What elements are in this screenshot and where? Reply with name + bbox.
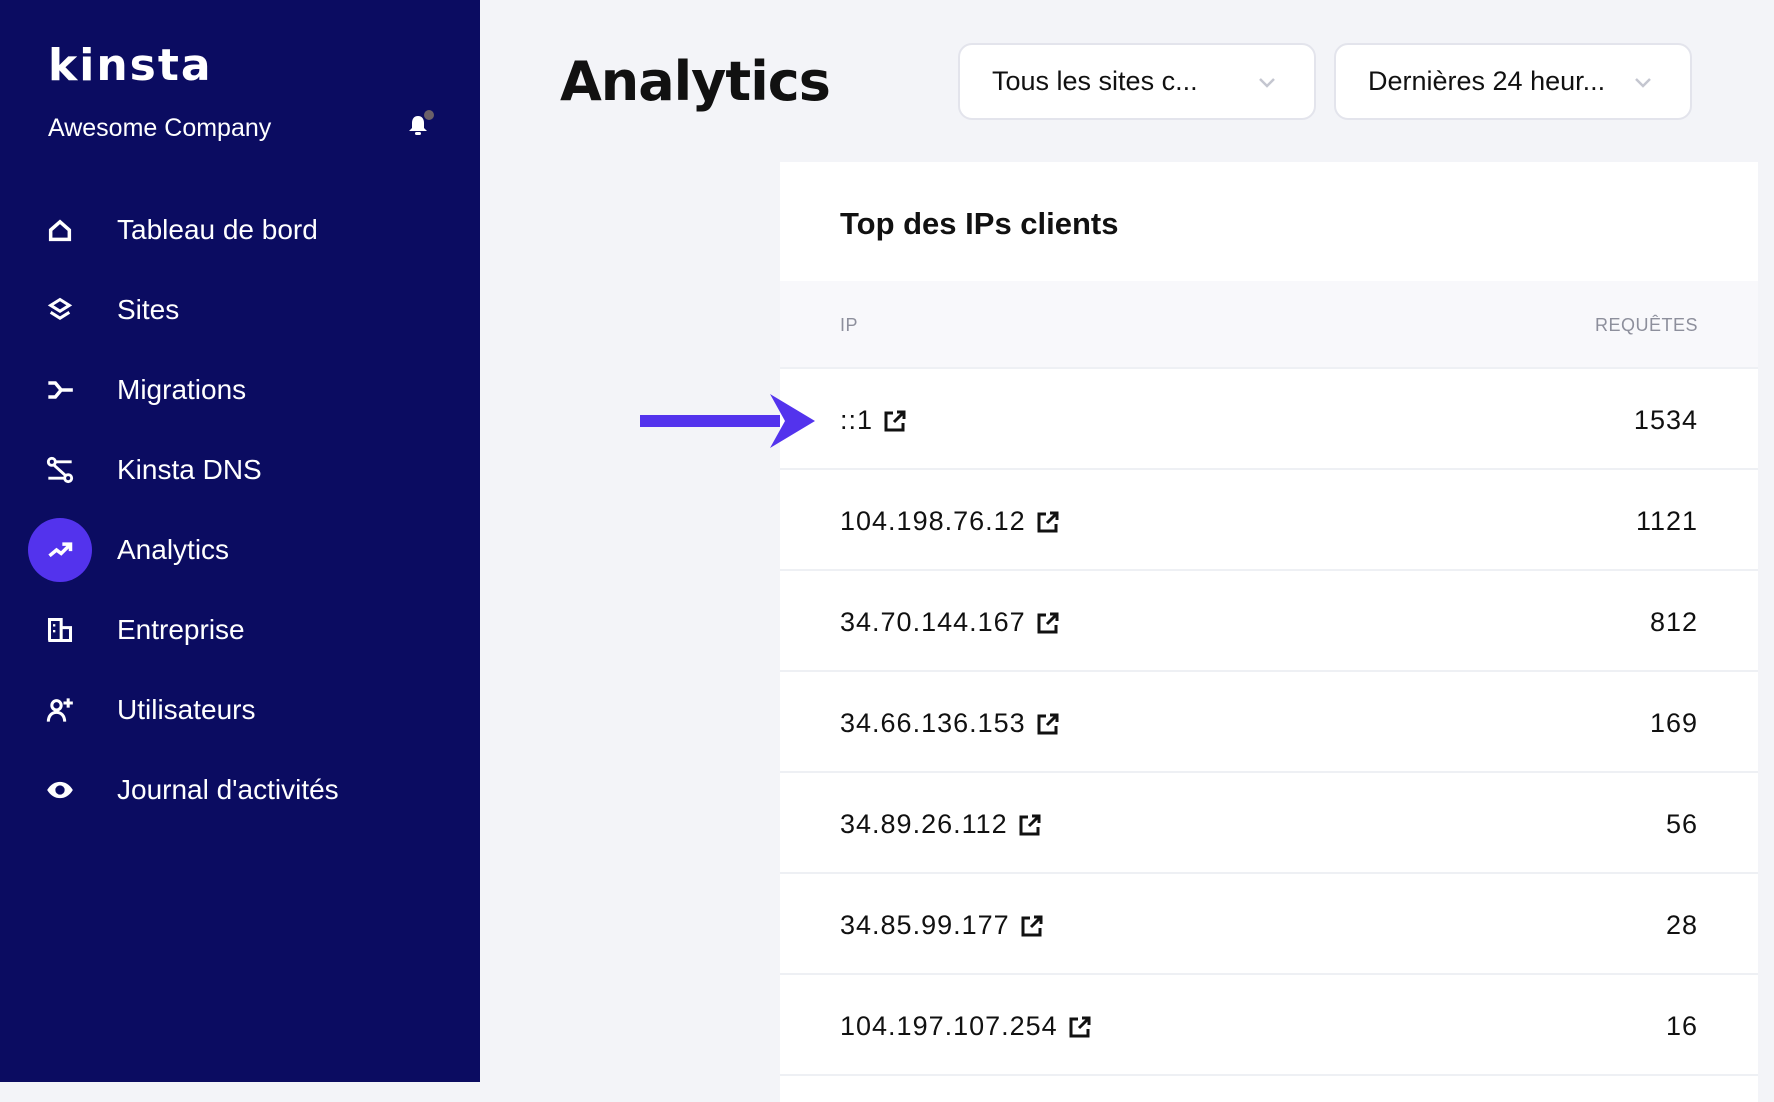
external-link-icon[interactable] [1036, 712, 1060, 736]
sidebar-item-sites[interactable]: Sites [0, 275, 480, 345]
home-icon [28, 198, 92, 262]
site-filter-value: Tous les sites c... [992, 66, 1198, 96]
ip-address: ::1 [840, 405, 874, 435]
request-count: 812 [1649, 607, 1698, 637]
external-link-icon[interactable] [883, 409, 907, 433]
sidebar-item-label: Tableau de bord [117, 214, 318, 245]
sidebar-item-analytics[interactable]: Analytics [0, 515, 480, 585]
ip-link[interactable]: 34.70.144.167 [840, 607, 1060, 638]
ip-link[interactable]: 104.198.76.12 [840, 506, 1060, 537]
column-header-requests: REQUÊTES [1594, 315, 1698, 335]
sidebar-item-migrations[interactable]: Migrations [0, 355, 480, 425]
time-filter-value: Dernières 24 heur... [1368, 66, 1606, 96]
request-count: 28 [1665, 910, 1698, 940]
layers-icon [28, 278, 92, 342]
eye-icon [28, 758, 92, 822]
ip-link[interactable]: 104.197.107.254 [840, 1011, 1092, 1042]
arrow-pointer-icon [640, 394, 815, 448]
sidebar-item-label: Journal d'activités [117, 774, 339, 805]
sidebar-item-utilisateurs[interactable]: Utilisateurs [0, 675, 480, 745]
user-add-icon [28, 678, 92, 742]
request-count: 56 [1665, 809, 1698, 839]
table-row: 34.70.144.167 812 [780, 571, 1758, 672]
sidebar-item-label: Sites [117, 294, 180, 325]
external-link-icon[interactable] [1020, 914, 1044, 938]
site-filter-dropdown[interactable]: Tous les sites c... [958, 43, 1316, 120]
table-row: 34.66.136.153 169 [780, 672, 1758, 773]
ip-link[interactable]: 34.66.136.153 [840, 708, 1060, 739]
ip-address: 34.89.26.112 [840, 809, 1008, 839]
bell-icon[interactable] [405, 110, 435, 140]
ip-address: 34.66.136.153 [840, 708, 1026, 738]
external-link-icon[interactable] [1018, 813, 1042, 837]
sidebar-item-kinsta-dns[interactable]: Kinsta DNS [0, 435, 480, 505]
page-title: Analytics [560, 50, 831, 113]
external-link-icon[interactable] [1036, 510, 1060, 534]
table-row: ::1 1534 [780, 369, 1758, 470]
chevron-down-icon [1259, 78, 1275, 88]
request-count: 1534 [1633, 405, 1698, 435]
company-name: Awesome Company [48, 114, 272, 142]
column-header-ip: IP [840, 315, 859, 335]
request-count: 16 [1665, 1011, 1698, 1041]
ip-address: 34.70.144.167 [840, 607, 1026, 637]
sidebar-item-label: Kinsta DNS [117, 454, 262, 485]
kinsta-logo[interactable]: KINSTA [48, 40, 213, 91]
sidebar: KINSTA Awesome Company Tableau de bord Si… [0, 0, 480, 1082]
table-header: IP REQUÊTES [780, 281, 1758, 369]
top-client-ips-card: Top des IPs clients IP REQUÊTES ::1 15341… [780, 162, 1758, 1102]
ip-link[interactable]: 34.85.99.177 [840, 910, 1044, 941]
sidebar-item-label: Entreprise [117, 614, 245, 645]
trending-up-icon [28, 518, 92, 582]
migrations-icon [28, 358, 92, 422]
request-count: 169 [1649, 708, 1698, 738]
external-link-icon[interactable] [1068, 1015, 1092, 1039]
ip-address: 34.85.99.177 [840, 910, 1010, 940]
external-link-icon[interactable] [1036, 611, 1060, 635]
sidebar-item-journal-d-activit-s[interactable]: Journal d'activités [0, 755, 480, 825]
sidebar-item-label: Analytics [117, 534, 230, 565]
dns-icon [28, 438, 92, 502]
card-title: Top des IPs clients [840, 206, 1119, 241]
ip-address: 104.198.76.12 [840, 506, 1026, 536]
sidebar-item-tableau-de-bord[interactable]: Tableau de bord [0, 195, 480, 265]
sidebar-item-entreprise[interactable]: Entreprise [0, 595, 480, 665]
chevron-down-icon [1635, 78, 1651, 88]
time-filter-dropdown[interactable]: Dernières 24 heur... [1334, 43, 1692, 120]
table-row: 34.85.99.177 28 [780, 874, 1758, 975]
table-row: 34.89.26.112 56 [780, 773, 1758, 874]
request-count: 1121 [1635, 506, 1698, 536]
ip-link[interactable]: ::1 [840, 405, 907, 436]
sidebar-item-label: Utilisateurs [117, 694, 256, 725]
building-icon [28, 598, 92, 662]
ip-link[interactable]: 34.89.26.112 [840, 809, 1042, 840]
ip-address: 104.197.107.254 [840, 1011, 1058, 1041]
table-row: 104.197.107.254 16 [780, 975, 1758, 1076]
table-row: 104.198.76.12 1121 [780, 470, 1758, 571]
sidebar-item-label: Migrations [117, 374, 247, 405]
